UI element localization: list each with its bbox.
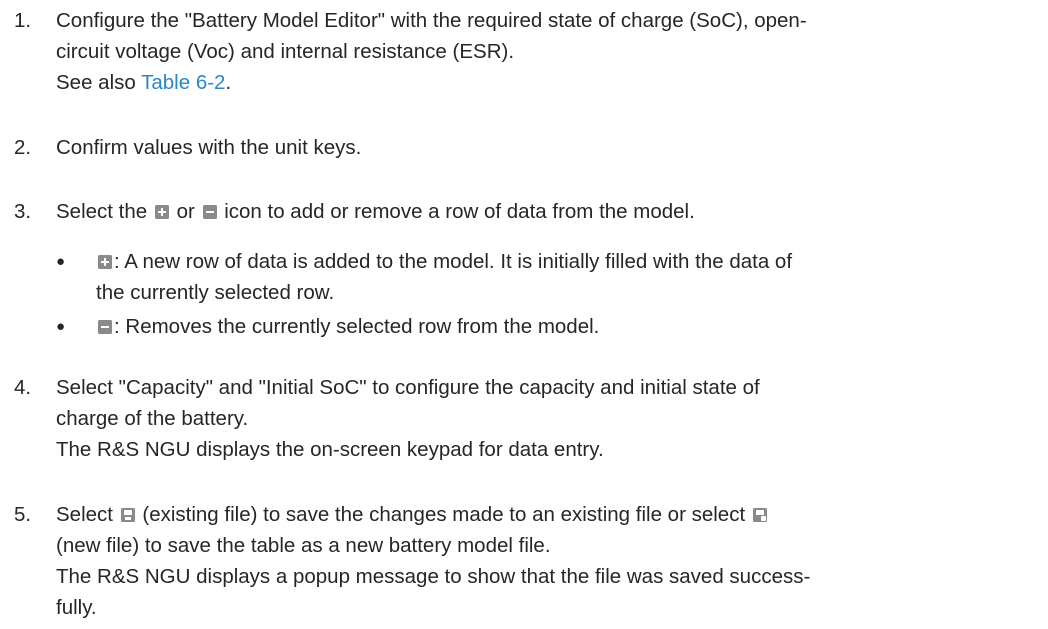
bullet-dot: ● — [56, 318, 66, 335]
step-text-line: Select (existing file) to save the chang… — [56, 499, 1036, 530]
step-number: 4. — [14, 376, 32, 399]
step-body: Select (existing file) to save the chang… — [56, 499, 1036, 623]
step-text-line: fully. — [56, 596, 97, 619]
step-text-line: circuit voltage (Voc) and internal resis… — [56, 40, 515, 63]
bullet-text-line: : A new row of data is added to the mode… — [96, 246, 1031, 277]
step-body: Select the or icon to add or remove a ro… — [56, 196, 1036, 227]
step-text-line: Configure the "Battery Model Editor" wit… — [56, 9, 807, 32]
minus-icon — [98, 320, 112, 334]
table-6-2-link[interactable]: Table 6-2 — [141, 71, 225, 94]
bullet-body: : Removes the currently selected row fro… — [96, 311, 1031, 342]
step-text-line: The R&S NGU displays the on-screen keypa… — [56, 438, 604, 461]
bullet-text-line: : Removes the currently selected row fro… — [96, 311, 1031, 342]
step-body: Confirm values with the unit keys. — [56, 132, 1036, 163]
step-body: Select "Capacity" and "Initial SoC" to c… — [56, 372, 1036, 465]
step-number: 3. — [14, 200, 32, 223]
plus-icon — [154, 205, 169, 219]
step-number: 5. — [14, 503, 32, 526]
step-text-line: Select the or icon to add or remove a ro… — [56, 200, 695, 223]
step-text-line: charge of the battery. — [56, 407, 249, 430]
step-text-line: Confirm values with the unit keys. — [56, 136, 362, 159]
step-number: 1. — [14, 9, 32, 32]
bullet-text-line: the currently selected row. — [96, 281, 335, 304]
document-page: 1. Configure the "Battery Model Editor" … — [0, 0, 1048, 629]
bullet-dot: ● — [56, 253, 66, 270]
bullet-body: : A new row of data is added to the mode… — [96, 246, 1031, 308]
step-text-line: Select "Capacity" and "Initial SoC" to c… — [56, 376, 760, 399]
step-body: Configure the "Battery Model Editor" wit… — [56, 5, 1036, 98]
step-text-line: (new file) to save the table as a new ba… — [56, 534, 551, 557]
step-text-line: The R&S NGU displays a popup message to … — [56, 565, 811, 588]
see-also-prefix: See also — [56, 71, 142, 94]
see-also-line: See also Table 6-2. — [56, 67, 1036, 98]
see-also-suffix: . — [225, 71, 232, 94]
minus-icon — [202, 205, 217, 219]
plus-icon — [98, 255, 112, 269]
save-as-icon — [752, 508, 767, 522]
save-icon — [120, 508, 135, 522]
step-number: 2. — [14, 136, 32, 159]
